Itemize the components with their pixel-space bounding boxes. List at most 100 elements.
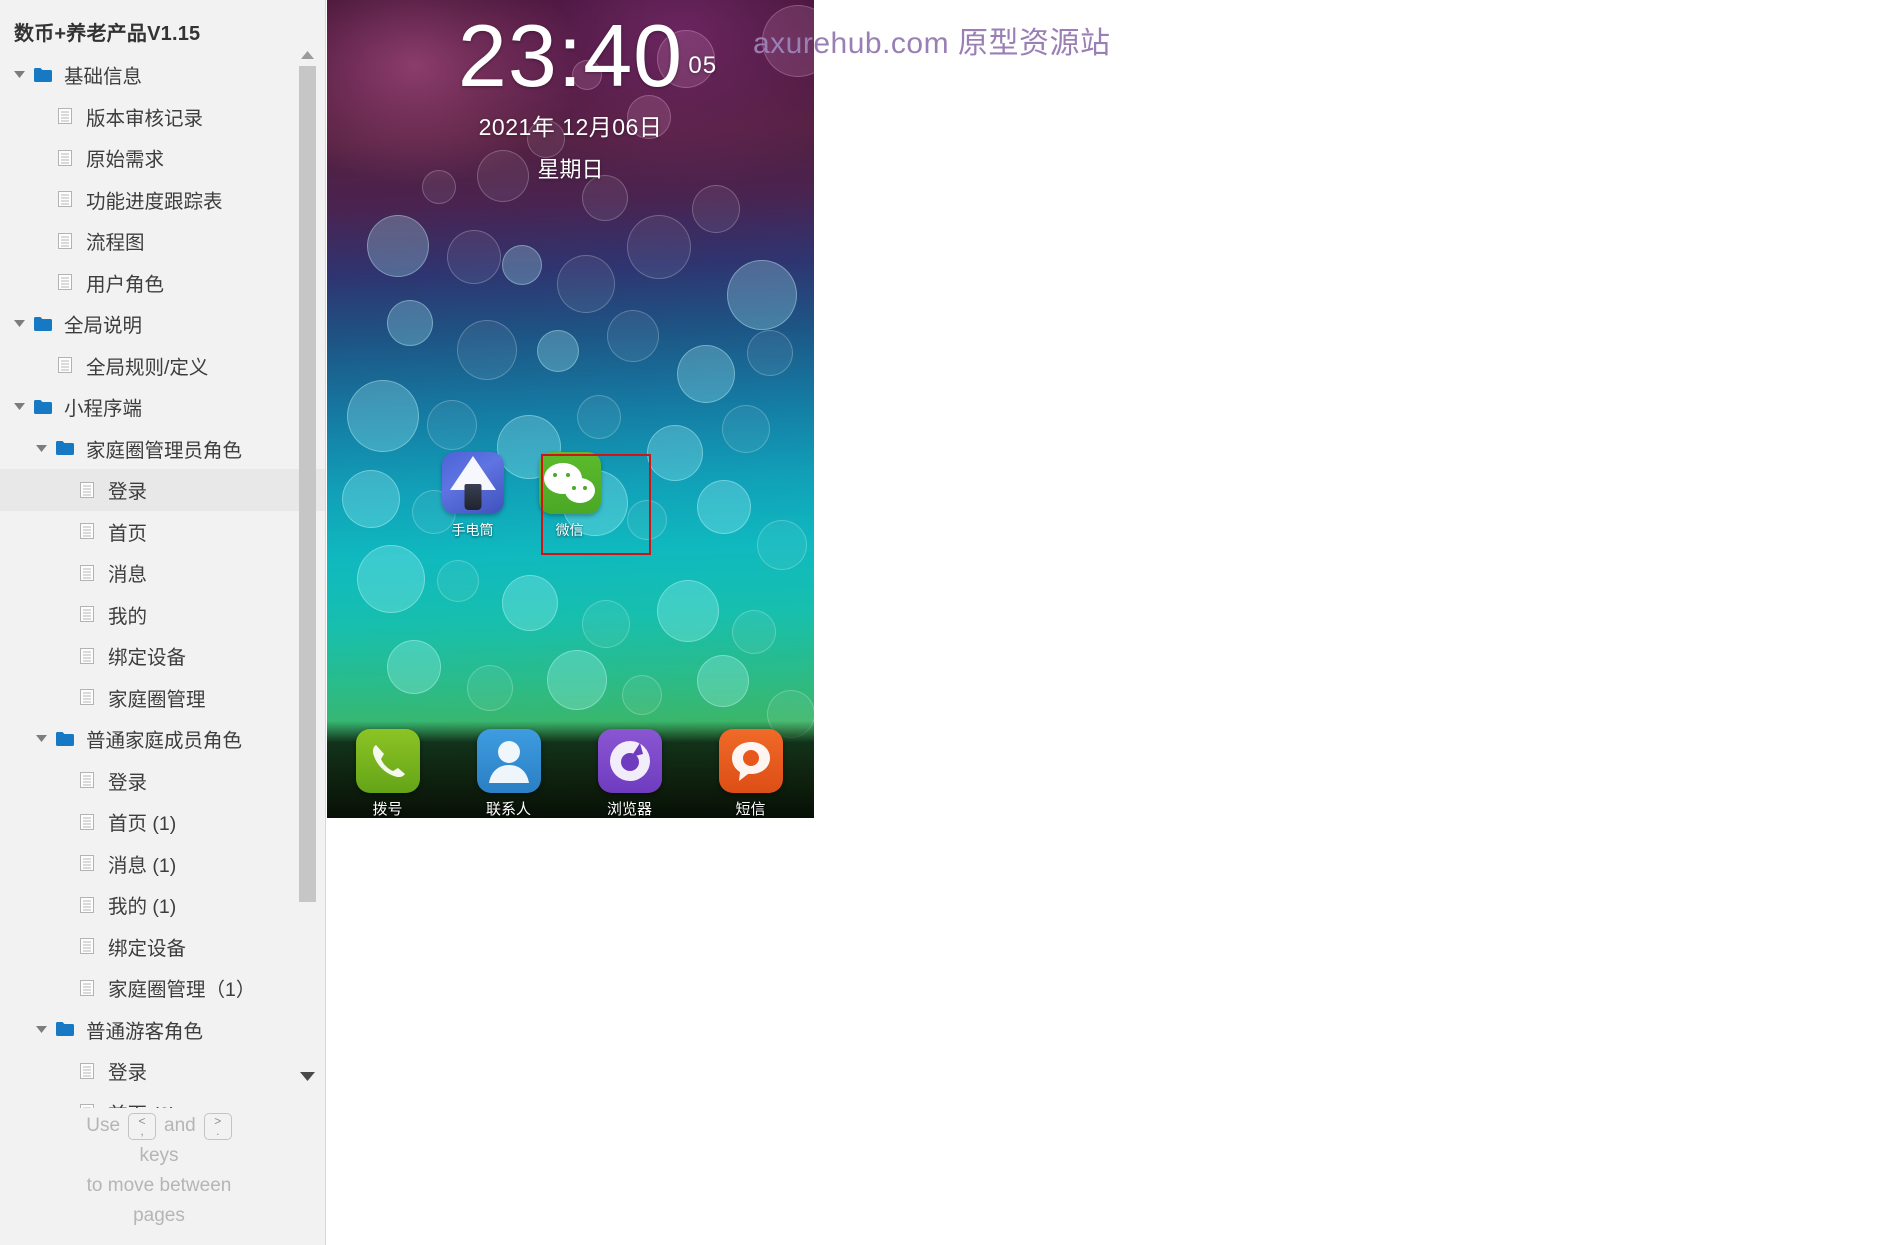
chevron-down-icon[interactable]: [8, 71, 30, 79]
tree-item-label: 登录: [108, 481, 148, 504]
bokeh-circle: [357, 545, 425, 613]
selection-highlight-box: [541, 454, 651, 555]
tree-item-label: 功能进度跟踪表: [86, 190, 223, 213]
page-icon: [74, 938, 100, 955]
sidebar-scrollbar[interactable]: [299, 48, 316, 902]
tree-page-item[interactable]: 绑定设备: [0, 635, 325, 677]
chevron-down-icon[interactable]: [30, 735, 52, 743]
tree-item-label: 全局规则/定义: [86, 356, 209, 379]
tree-item-label: 家庭圈管理员角色: [86, 439, 243, 462]
tree-item-label: 绑定设备: [108, 937, 187, 960]
tree-page-item[interactable]: 我的: [0, 594, 325, 636]
bokeh-circle: [387, 640, 441, 694]
key-next-page[interactable]: > .: [203, 1112, 232, 1140]
key-next-bottom-glyph: .: [216, 1124, 220, 1138]
bokeh-circle: [547, 650, 607, 710]
bokeh-circle: [607, 310, 659, 362]
tree-item-label: 消息: [108, 564, 148, 587]
tree-item-label: 小程序端: [64, 398, 143, 421]
chevron-down-icon[interactable]: [30, 1025, 52, 1033]
folder-icon: [52, 441, 78, 456]
hint-line-move: to move between: [86, 1175, 232, 1196]
tree-page-item[interactable]: 我的 (1): [0, 884, 325, 926]
tree-page-item[interactable]: 用户角色: [0, 262, 325, 304]
page-icon: [74, 813, 100, 830]
tree-page-item[interactable]: 功能进度跟踪表: [0, 179, 325, 221]
scroll-down-arrow-icon[interactable]: [299, 1068, 316, 1084]
folder-icon: [30, 67, 56, 82]
tree-page-item[interactable]: 首页: [0, 511, 325, 553]
tree-page-item[interactable]: 登录: [0, 469, 325, 511]
tree-page-item[interactable]: 首页 (1): [0, 801, 325, 843]
bokeh-circle: [697, 655, 749, 707]
page-title: 数币+养老产品V1.15: [14, 23, 201, 45]
bokeh-circle: [447, 230, 501, 284]
tree-folder-item[interactable]: 小程序端: [0, 386, 325, 428]
bokeh-circle: [502, 245, 542, 285]
tree-page-item[interactable]: 登录: [0, 1050, 325, 1092]
page-icon: [74, 689, 100, 706]
dock-item-contacts[interactable]: 联系人: [448, 729, 569, 818]
app-item-flashlight[interactable]: 手电筒: [424, 452, 521, 540]
bokeh-circle: [692, 185, 740, 233]
tree-item-label: 我的 (1): [108, 896, 177, 919]
tree-page-item[interactable]: 原始需求: [0, 137, 325, 179]
tree-page-item[interactable]: 版本审核记录: [0, 96, 325, 138]
chevron-down-icon[interactable]: [30, 444, 52, 452]
tree-item-label: 版本审核记录: [86, 107, 204, 130]
scrollbar-thumb[interactable]: [299, 66, 316, 902]
hint-line-pages: pages: [133, 1205, 185, 1226]
tree-page-item[interactable]: 家庭圈管理: [0, 677, 325, 719]
tree-item-label: 首页 (2): [100, 1098, 176, 1108]
page-icon: [74, 772, 100, 789]
tree-folder-item[interactable]: 普通游客角色: [0, 1009, 325, 1051]
dock-item-dialer[interactable]: 拨号: [327, 729, 448, 818]
bokeh-circle: [437, 560, 479, 602]
page-icon: [74, 855, 100, 872]
bokeh-circle: [537, 330, 579, 372]
dock-label: 联系人: [485, 801, 531, 818]
dock-item-sms[interactable]: 短信: [690, 729, 811, 818]
bokeh-circle: [557, 255, 615, 313]
tree-item-label: 全局说明: [64, 315, 143, 338]
tree-item-label: 首页: [108, 522, 148, 545]
tree-item-label: 基础信息: [64, 66, 143, 89]
tree-item-label: 登录: [108, 771, 148, 794]
bokeh-circle: [627, 215, 691, 279]
key-previous-page[interactable]: < ,: [128, 1112, 157, 1140]
tree-page-item[interactable]: 首页 (2): [0, 1092, 325, 1108]
key-prev-bottom-glyph: ,: [140, 1124, 144, 1138]
hint-conjunction: and: [164, 1115, 196, 1136]
bokeh-circle: [732, 610, 776, 654]
tree-item-label: 我的: [108, 605, 148, 628]
page-icon: [52, 149, 78, 166]
bokeh-circle: [677, 345, 735, 403]
tree-page-item[interactable]: 消息 (1): [0, 843, 325, 885]
tree-folder-item[interactable]: 家庭圈管理员角色: [0, 428, 325, 470]
tree-item-label: 首页 (1): [108, 813, 177, 836]
chevron-down-icon[interactable]: [8, 320, 30, 328]
tree-item-label: 普通家庭成员角色: [86, 730, 243, 753]
sitemap-tree: 基础信息版本审核记录原始需求功能进度跟踪表流程图 用户角色全局说明全局规则/定义小…: [0, 54, 325, 1108]
tree-folder-item[interactable]: 普通家庭成员角色: [0, 718, 325, 760]
bokeh-circle: [727, 260, 797, 330]
chevron-down-icon[interactable]: [8, 403, 30, 411]
bokeh-circle: [582, 600, 630, 648]
tree-page-item[interactable]: 消息: [0, 552, 325, 594]
tree-folder-item[interactable]: 全局说明: [0, 303, 325, 345]
dock-item-browser[interactable]: 浏览器: [569, 729, 690, 818]
tree-page-item[interactable]: 绑定设备: [0, 926, 325, 968]
tree-folder-item[interactable]: 基础信息: [0, 54, 325, 96]
dock-label: 短信: [735, 801, 766, 818]
tree-page-item[interactable]: 全局规则/定义: [0, 345, 325, 387]
tree-page-item[interactable]: 流程图: [0, 220, 325, 262]
tree-item-label: 登录: [108, 1062, 148, 1085]
clock-seconds: 05: [688, 52, 718, 79]
tree-page-item[interactable]: 家庭圈管理（1）: [0, 967, 325, 1009]
tree-page-item[interactable]: 登录: [0, 760, 325, 802]
scroll-up-arrow-icon[interactable]: [299, 48, 316, 62]
app-dock: 拨号 联系人 浏览器 短信: [327, 721, 814, 818]
page-icon: [74, 1062, 100, 1079]
dock-label: 浏览器: [606, 801, 652, 818]
page-icon: [52, 274, 78, 291]
